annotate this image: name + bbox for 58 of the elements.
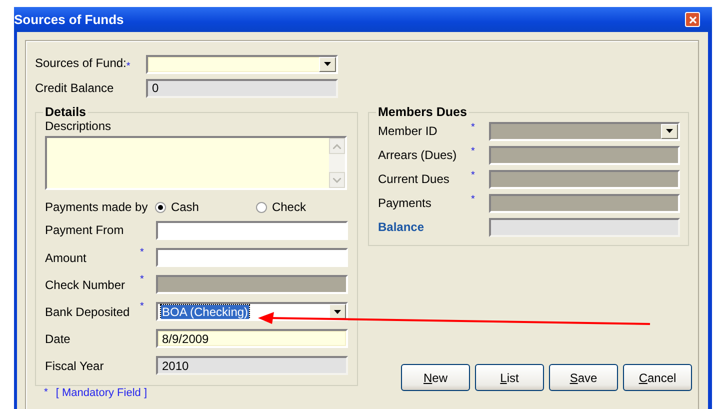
field-value: 2010 (161, 358, 190, 372)
required-marker: * (471, 170, 475, 181)
required-marker: * (44, 387, 48, 399)
window-title: Sources of Funds (14, 12, 124, 27)
input-field[interactable]: 8/9/2009 (156, 329, 348, 348)
dialog-button[interactable]: List (475, 364, 544, 391)
required-marker: * (471, 146, 475, 157)
required-marker: * (126, 61, 130, 72)
input-field[interactable]: 0 (146, 78, 338, 98)
field-label: Payments (378, 196, 432, 210)
field-label: Current Dues (378, 172, 450, 186)
description-field[interactable] (45, 136, 347, 190)
required-marker: * (140, 274, 144, 285)
required-marker: * (471, 122, 475, 133)
field-value: BOA (Checking) (161, 304, 250, 318)
dropdown-field[interactable] (146, 54, 338, 74)
radio-option[interactable]: Cash (154, 200, 256, 214)
field-label: Payments made by (45, 200, 149, 214)
field-label: Descriptions (45, 119, 112, 133)
radio-button[interactable] (256, 202, 267, 212)
mandatory-field-note: [ Mandatory Field ] (56, 387, 147, 399)
field-label: Bank Deposited (45, 304, 131, 318)
radio-option[interactable]: Check (256, 200, 357, 214)
required-marker: * (140, 301, 144, 312)
input-field[interactable]: 2010 (156, 356, 348, 375)
caret-icon (666, 129, 673, 133)
caret-icon (324, 62, 331, 66)
caret-icon (334, 310, 341, 314)
input-field[interactable] (489, 218, 680, 236)
group-title: Details (44, 105, 87, 119)
field-value: 8/9/2009 (161, 332, 210, 346)
field-label: Check Number (45, 278, 126, 292)
field-label: Payment From (45, 223, 125, 237)
group-title: Members Dues (377, 105, 468, 119)
input-field[interactable] (156, 220, 348, 240)
field-label: Arrears (Dues) (378, 148, 458, 162)
chevron-down-icon (333, 178, 341, 182)
chevron-up-icon (333, 144, 341, 148)
dialog-button[interactable]: Cancel (623, 364, 692, 391)
required-marker: * (471, 194, 475, 205)
close-icon (688, 16, 696, 24)
dropdown-field[interactable]: BOA (Checking) (156, 302, 348, 321)
close-button[interactable] (685, 12, 700, 27)
field-label: Member ID (378, 124, 438, 138)
field-label: Credit Balance (35, 81, 114, 95)
field-value: 0 (151, 81, 160, 95)
dialog-button[interactable]: Save (549, 364, 618, 391)
field-label: Date (45, 332, 72, 346)
field-label: Fiscal Year (45, 358, 105, 372)
field-label: Sources of Fund: (35, 56, 126, 72)
input-field[interactable] (156, 248, 348, 267)
dropdown-button[interactable] (319, 56, 336, 72)
radio-button[interactable] (154, 202, 166, 212)
field-label: Balance (378, 220, 426, 234)
dropdown-button[interactable] (329, 304, 346, 319)
field-label: Amount (45, 250, 88, 264)
required-marker: * (140, 247, 144, 258)
dialog-button[interactable]: New (401, 364, 470, 391)
